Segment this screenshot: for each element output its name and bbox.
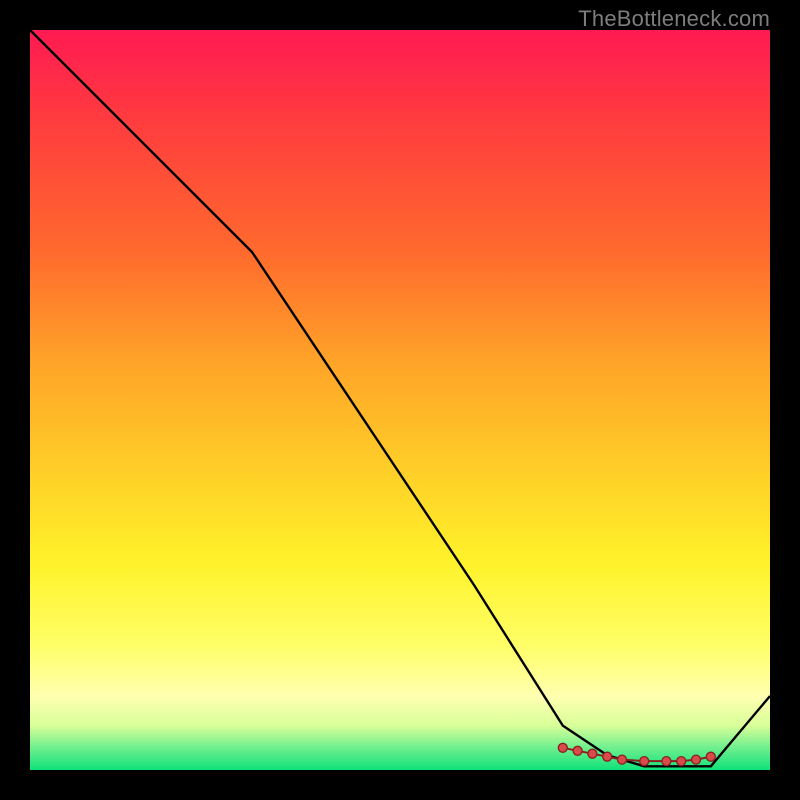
- plot-area: [30, 30, 770, 770]
- main-curve: [30, 30, 770, 766]
- chart-frame: TheBottleneck.com: [0, 0, 800, 800]
- marker-dot: [618, 755, 627, 764]
- marker-dot: [558, 743, 567, 752]
- marker-dot: [662, 757, 671, 766]
- marker-dot: [706, 752, 715, 761]
- marker-connector: [563, 748, 711, 761]
- marker-dot: [603, 752, 612, 761]
- marker-dot: [588, 749, 597, 758]
- marker-dot: [692, 755, 701, 764]
- marker-dot: [640, 757, 649, 766]
- marker-dot: [573, 746, 582, 755]
- attribution-label: TheBottleneck.com: [578, 6, 770, 32]
- chart-svg: [30, 30, 770, 770]
- marker-dot: [677, 757, 686, 766]
